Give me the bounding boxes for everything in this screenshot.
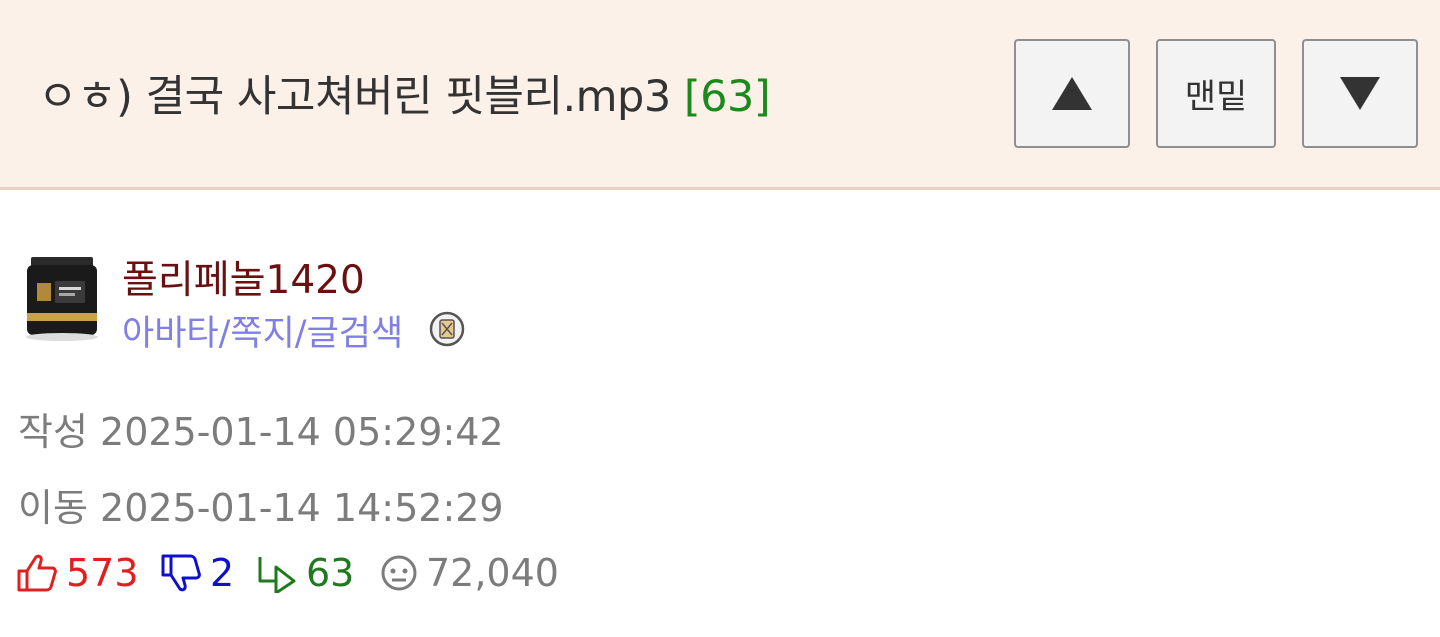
author-name[interactable]: 폴리페놀1420 [122, 249, 365, 305]
post-title-text: ㅇㅎ) 결국 사고쳐버린 핏블리.mp3 [38, 72, 671, 122]
dislike-count: 2 [210, 551, 235, 595]
reply-count: 63 [306, 551, 355, 595]
dislike-stat[interactable]: 2 [160, 551, 234, 595]
reply-arrow-icon [258, 557, 296, 593]
moved-date: 2025-01-14 14:52:29 [100, 486, 504, 530]
views-face-icon [381, 555, 417, 591]
scroll-down-button[interactable] [1302, 39, 1418, 148]
scroll-bottom-button[interactable]: 맨밑 [1156, 39, 1276, 148]
post-title: ㅇㅎ) 결국 사고쳐버린 핏블리.mp3 [63] [38, 62, 771, 124]
view-count: 72,040 [426, 551, 559, 595]
created-date: 2025-01-14 05:29:42 [100, 410, 504, 454]
moved-label: 이동 [18, 486, 88, 530]
thumbs-down-icon [161, 554, 201, 592]
created-date-row: 작성 2025-01-14 05:29:42 [18, 401, 504, 456]
like-count: 573 [66, 551, 139, 595]
avatar[interactable] [19, 253, 105, 343]
triangle-down-icon [1340, 77, 1380, 110]
created-label: 작성 [18, 410, 88, 454]
author-links[interactable]: 아바타/쪽지/글검색 [122, 305, 403, 356]
grade-badge-icon [429, 311, 465, 347]
view-stat: 72,040 [380, 551, 559, 595]
reply-stat[interactable]: 63 [256, 551, 354, 595]
thumbs-up-icon [17, 554, 57, 592]
moved-date-row: 이동 2025-01-14 14:52:29 [18, 477, 504, 532]
product-jar-avatar-icon [19, 253, 105, 343]
post-header: ㅇㅎ) 결국 사고쳐버린 핏블리.mp3 [63] 맨밑 [0, 0, 1440, 190]
scroll-up-button[interactable] [1014, 39, 1130, 148]
triangle-up-icon [1052, 77, 1092, 110]
comment-count[interactable]: [63] [684, 72, 771, 122]
like-stat[interactable]: 573 [16, 551, 139, 595]
